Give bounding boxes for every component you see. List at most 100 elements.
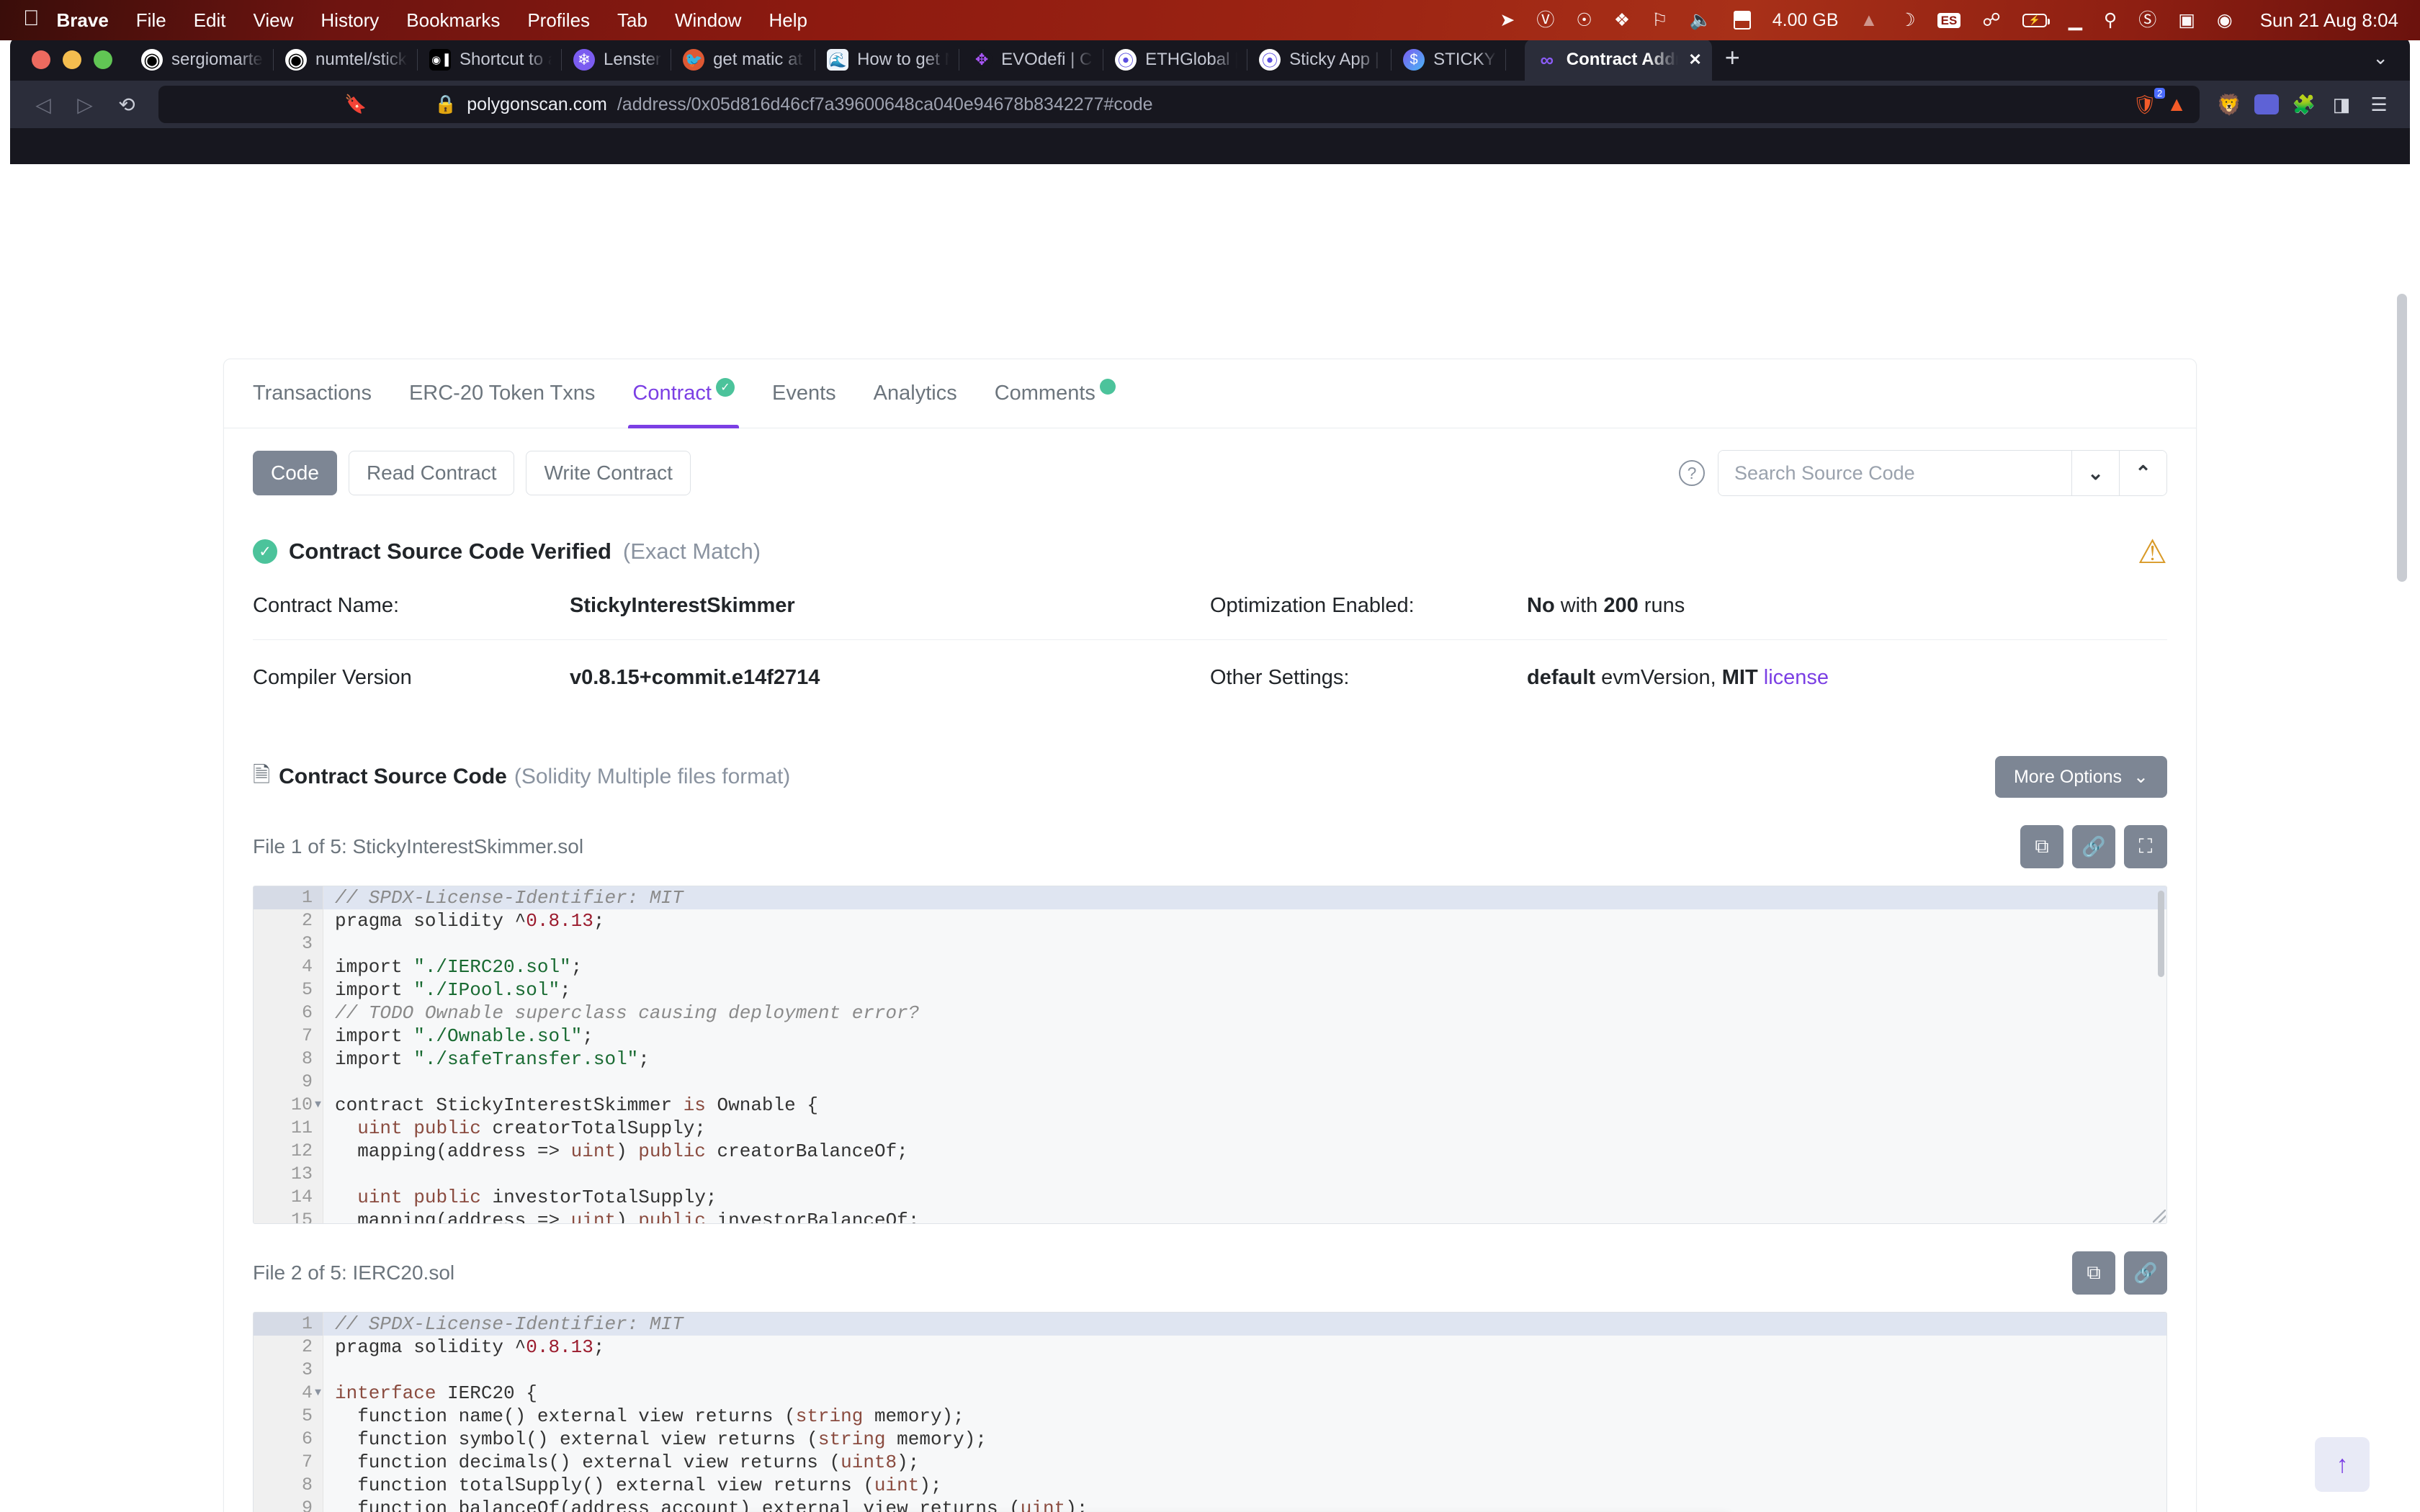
menu-window[interactable]: Window — [675, 9, 741, 32]
tab-transactions[interactable]: Transactions — [253, 359, 390, 428]
tab-erc20-token-txns[interactable]: ERC-20 Token Txns — [390, 359, 614, 428]
code-button[interactable]: Code — [253, 451, 337, 495]
browser-tab-3[interactable]: ◉▐ Shortcut to add a — [418, 39, 562, 81]
browser-tab-2[interactable]: ◉ numtel/sticky-cor — [274, 39, 418, 81]
menu-view[interactable]: View — [254, 9, 294, 32]
browser-menu-icon[interactable]: ☰ — [2362, 88, 2396, 121]
meta-label: Compiler Version — [253, 666, 412, 689]
write-contract-button[interactable]: Write Contract — [526, 451, 691, 495]
code-fold-icon[interactable]: ▼ — [315, 1382, 321, 1405]
brave-shields-icon[interactable]: 🛡 2 — [2133, 87, 2166, 116]
page-scrollbar[interactable] — [2397, 294, 2407, 582]
question-icon[interactable]: ? — [1679, 460, 1705, 486]
code-line: 4 import "./IERC20.sol"; — [254, 955, 2166, 978]
browser-tab-7[interactable]: ✥ EVOdefi | Cross-C — [959, 39, 1104, 81]
wifi-icon[interactable]: ▁ — [2069, 11, 2082, 30]
sidebar-icon[interactable]: ◨ — [2325, 88, 2358, 121]
search-next-button[interactable]: ⌄ — [2071, 451, 2119, 495]
code-scrollbar[interactable] — [2158, 891, 2164, 977]
chevron-down-icon[interactable]: ⌄ — [2372, 47, 2404, 81]
browser-tab-active-contract[interactable]: ∞ Contract Addr ✕ — [1524, 39, 1712, 81]
search-input[interactable] — [1718, 451, 2071, 495]
clock-badge-icon[interactable]: ☉ — [1576, 11, 1592, 30]
reload-icon[interactable]: ⟲ — [108, 86, 145, 123]
browser-tab-4[interactable]: ❄ Lenster — [562, 39, 672, 81]
minimize-window-button[interactable] — [63, 50, 81, 69]
license-link[interactable]: license — [1764, 666, 1829, 689]
back-icon[interactable]: ◁ — [24, 86, 62, 123]
copy-icon[interactable]: ⧉ — [2020, 825, 2063, 868]
wallet-extension-icon[interactable] — [2250, 88, 2283, 121]
code-line: 9 — [254, 1071, 2166, 1094]
flag-icon[interactable]: ⚐ — [1652, 11, 1667, 30]
timemachine-icon[interactable]: Ⓢ — [2138, 11, 2156, 30]
input-source-badge[interactable]: ES — [1937, 12, 1961, 28]
close-window-button[interactable] — [32, 50, 50, 69]
display-icon[interactable]: ▣ — [2178, 11, 2195, 30]
extensions-puzzle-icon[interactable]: 🧩 — [2287, 88, 2321, 121]
dropbox-icon[interactable]: ▲ — [1860, 11, 1878, 30]
forward-icon[interactable]: ▷ — [66, 86, 104, 123]
moon-icon[interactable]: ☽ — [1899, 11, 1915, 30]
menu-bar-clock[interactable]: Sun 21 Aug 8:04 — [2260, 9, 2398, 32]
telegram-icon[interactable]: ➤ — [1500, 11, 1515, 30]
menu-brave[interactable]: Brave — [57, 9, 109, 32]
link-icon[interactable]: 🔗 — [2072, 825, 2115, 868]
warning-triangle-icon[interactable]: ⚠ — [2138, 535, 2167, 568]
scroll-to-top-button[interactable]: ↑ — [2315, 1437, 2370, 1492]
file-2-code-editor[interactable]: 1// SPDX-License-Identifier: MIT 2 pragma … — [253, 1312, 2167, 1512]
expand-icon[interactable]: ⛶ — [2124, 825, 2167, 868]
memory-icon[interactable] — [1733, 11, 1751, 30]
code-text: import "./Ownable.sol"; — [323, 1025, 593, 1048]
search-icon[interactable]: ⚲ — [2104, 11, 2117, 30]
tab-events[interactable]: Events — [753, 359, 855, 428]
siri-icon[interactable]: ◉ — [2217, 11, 2233, 30]
close-tab-icon[interactable]: ✕ — [1688, 50, 1701, 69]
code-fold-icon[interactable]: ▼ — [315, 1094, 321, 1117]
menu-tab[interactable]: Tab — [617, 9, 647, 32]
menu-profiles[interactable]: Profiles — [527, 9, 590, 32]
browser-tab-5[interactable]: 🐦 get matic at Duck — [671, 39, 816, 81]
menu-bookmarks[interactable]: Bookmarks — [406, 9, 500, 32]
code-line: 3 — [254, 1359, 2166, 1382]
address-bar[interactable]: 🔖 🔒 polygonscan.com/address/0x05d816d46c… — [158, 86, 2200, 123]
link-icon[interactable]: 🔗 — [2124, 1251, 2167, 1295]
browser-tab-8[interactable]: ⦿ ETHGlobal | ETHN — [1103, 39, 1248, 81]
maximize-window-button[interactable] — [94, 50, 112, 69]
meta-value: default evmVersion, MIT license — [1527, 666, 1829, 690]
bookmark-icon[interactable]: 🔖 — [344, 94, 367, 115]
brave-lion-icon[interactable]: ▲ — [2166, 93, 2187, 116]
bluetooth-icon[interactable]: ☍ — [1982, 11, 2000, 30]
brave-rewards-icon[interactable]: 🦁 — [2213, 88, 2246, 121]
menu-edit[interactable]: Edit — [194, 9, 226, 32]
tab-analytics[interactable]: Analytics — [855, 359, 976, 428]
polygonscan-icon: ∞ — [1540, 49, 1554, 71]
resize-handle-icon[interactable] — [2153, 1210, 2166, 1223]
tab-comments[interactable]: Comments — [976, 359, 1134, 428]
browser-tab-1[interactable]: ◉ sergiomartell/eth — [130, 39, 274, 81]
menu-file[interactable]: File — [136, 9, 166, 32]
notification-dot-icon — [1099, 378, 1116, 395]
battery-icon[interactable]: ⚡ — [2022, 13, 2050, 27]
browser-tab-9[interactable]: ⦿ Sticky App | ETHG — [1247, 39, 1392, 81]
copy-icon[interactable]: ⧉ — [2072, 1251, 2115, 1295]
code-text: function decimals() external view return… — [323, 1451, 919, 1474]
read-contract-button[interactable]: Read Contract — [348, 451, 515, 495]
menu-history[interactable]: History — [321, 9, 379, 32]
search-prev-button[interactable]: ⌃ — [2119, 451, 2166, 495]
tab-label: Contract — [632, 382, 712, 405]
code-text — [323, 1163, 346, 1186]
mail-m-icon[interactable]: Ⓥ — [1536, 11, 1554, 30]
apple-icon[interactable]:  — [23, 6, 40, 31]
file-1-code-editor[interactable]: 1// SPDX-License-Identifier: MIT 2 pragma … — [253, 886, 2167, 1224]
menu-help[interactable]: Help — [768, 9, 807, 32]
more-options-button[interactable]: More Options ⌄ — [1994, 756, 2167, 798]
tab-contract[interactable]: Contract ✓ — [614, 359, 753, 428]
duckduckgo-icon: 🐦 — [683, 49, 705, 71]
browser-tab-6[interactable]: 🌊 How to get MATIC — [815, 39, 960, 81]
browser-tab-10[interactable]: $ STICKY — [1392, 39, 1506, 81]
window-controls — [16, 50, 130, 81]
navigation-icon[interactable]: ❖ — [1614, 11, 1630, 30]
new-tab-button[interactable]: + — [1712, 45, 1753, 81]
volume-icon[interactable]: 🔈 — [1690, 11, 1712, 30]
